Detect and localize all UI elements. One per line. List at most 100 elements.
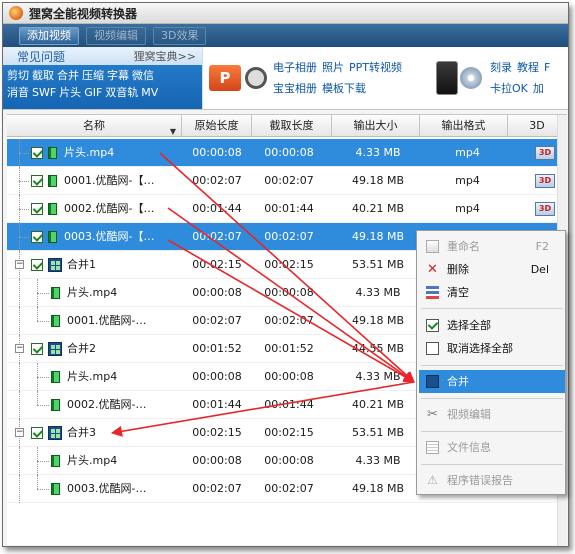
row-checkbox[interactable] bbox=[31, 203, 43, 215]
burn-promo: 刻录 教程 F 卡拉OK 加 bbox=[428, 47, 568, 109]
row-checkbox[interactable] bbox=[31, 427, 43, 439]
menu-item-file-info[interactable]: 文件信息 bbox=[419, 436, 565, 459]
context-menu: 重命名 F2 ✕ 删除 Del 清空 选择全部 取消选择全部 合并 ✂ 视频编辑… bbox=[416, 230, 566, 495]
album-link[interactable]: PPT转视频 bbox=[349, 61, 402, 74]
burn-link[interactable]: 加 bbox=[533, 82, 544, 95]
faq-guide-link[interactable]: 狸窝宝典>> bbox=[134, 48, 196, 64]
menu-item-merge[interactable]: 合并 bbox=[419, 370, 565, 393]
menu-item-clear[interactable]: 清空 bbox=[419, 281, 565, 304]
column-clip-length[interactable]: 截取长度 bbox=[252, 115, 332, 137]
collapse-toggle-icon[interactable]: − bbox=[15, 344, 24, 353]
clip-length: 00:02:07 bbox=[264, 174, 314, 187]
add-video-button[interactable]: 添加视频 bbox=[19, 26, 79, 45]
file-name: 合并1 bbox=[67, 258, 96, 271]
album-link[interactable]: 宝宝相册 bbox=[273, 82, 317, 95]
original-length: 00:02:07 bbox=[192, 230, 242, 243]
faq-link[interactable]: 微信 bbox=[132, 69, 154, 82]
faq-link[interactable]: SWF bbox=[32, 86, 56, 99]
clip-length: 00:02:15 bbox=[264, 426, 314, 439]
clip-length: 00:00:08 bbox=[264, 370, 314, 383]
menu-separator bbox=[421, 398, 563, 399]
faq-title: 常见问题 bbox=[17, 49, 66, 64]
menu-item-select-all-label: 选择全部 bbox=[447, 319, 491, 332]
menu-item-deselect-all[interactable]: 取消选择全部 bbox=[419, 337, 565, 360]
row-checkbox[interactable] bbox=[31, 231, 43, 243]
faq-link[interactable]: 剪切 bbox=[7, 69, 29, 82]
collapse-toggle-icon[interactable]: − bbox=[15, 428, 24, 437]
effect-3d-icon[interactable]: 3D bbox=[535, 146, 555, 160]
menu-item-merge-label: 合并 bbox=[447, 375, 469, 388]
table-row[interactable]: 0002.优酷网-【… 00:01:44 00:01:44 40.21 MB mp4 3D bbox=[7, 195, 567, 223]
output-size: 53.51 MB bbox=[351, 426, 405, 439]
burn-link[interactable]: F bbox=[544, 61, 550, 74]
table-row[interactable]: 0001.优酷网-【… 00:02:07 00:02:07 49.18 MB mp4 3D bbox=[7, 167, 567, 195]
column-original-length[interactable]: 原始长度 bbox=[182, 115, 252, 137]
rename-shortcut: F2 bbox=[535, 240, 549, 253]
checked-box-icon bbox=[426, 319, 439, 332]
album-link[interactable]: 电子相册 bbox=[273, 61, 317, 74]
menu-item-select-all[interactable]: 选择全部 bbox=[419, 314, 565, 337]
menu-item-error-report[interactable]: ⚠ 程序错误报告 bbox=[419, 469, 565, 492]
menu-item-delete[interactable]: ✕ 删除 Del bbox=[419, 258, 565, 281]
column-name[interactable]: 名称 ▼ bbox=[7, 115, 182, 137]
table-row[interactable]: 片头.mp4 00:00:08 00:00:08 4.33 MB mp4 3D bbox=[7, 139, 567, 167]
faq-link[interactable]: 压缩 bbox=[82, 69, 104, 82]
effect-3d-icon[interactable]: 3D bbox=[535, 174, 555, 188]
burn-link[interactable]: 教程 bbox=[517, 61, 539, 74]
output-size: 53.51 MB bbox=[351, 258, 405, 271]
column-output-size[interactable]: 输出大小 bbox=[332, 115, 420, 137]
column-output-format[interactable]: 输出格式 bbox=[420, 115, 508, 137]
faq-link[interactable]: 消音 bbox=[7, 86, 29, 99]
output-size: 49.18 MB bbox=[351, 314, 405, 327]
album-links: 电子相册 照片 PPT转视频 宝宝相册 模板下载 bbox=[273, 57, 423, 99]
album-link[interactable]: 照片 bbox=[322, 61, 344, 74]
video-edit-button[interactable]: 视频编辑 bbox=[86, 26, 146, 45]
menu-separator bbox=[421, 365, 563, 366]
row-checkbox[interactable] bbox=[31, 147, 43, 159]
merged-video-icon bbox=[48, 258, 62, 272]
original-length: 00:00:08 bbox=[192, 454, 242, 467]
menu-item-deselect-all-label: 取消选择全部 bbox=[447, 342, 513, 355]
file-name: 0002.优酷网-… bbox=[67, 398, 147, 411]
clip-length: 00:00:08 bbox=[264, 286, 314, 299]
output-size: 49.18 MB bbox=[351, 482, 405, 495]
burn-link[interactable]: 刻录 bbox=[490, 61, 512, 74]
menu-item-video-edit[interactable]: ✂ 视频编辑 bbox=[419, 403, 565, 426]
faq-link[interactable]: 截取 bbox=[32, 69, 54, 82]
album-link[interactable]: 模板下载 bbox=[322, 82, 366, 95]
file-list-header: 名称 ▼ 原始长度 截取长度 输出大小 输出格式 3D bbox=[7, 115, 567, 137]
burn-link[interactable]: 卡拉OK bbox=[490, 82, 528, 95]
tree-line bbox=[37, 391, 38, 405]
delete-x-icon: ✕ bbox=[427, 262, 438, 277]
merge-icon bbox=[426, 375, 439, 388]
original-length: 00:02:07 bbox=[192, 174, 242, 187]
tree-line bbox=[19, 209, 29, 210]
faq-link[interactable]: 双音轨 bbox=[105, 86, 138, 99]
ppt-icon: P bbox=[209, 65, 241, 91]
tree-line bbox=[37, 489, 49, 490]
tree-line bbox=[37, 461, 49, 462]
faq-link[interactable]: MV bbox=[141, 86, 158, 99]
original-length: 00:00:08 bbox=[192, 370, 242, 383]
menu-item-rename[interactable]: 重命名 F2 bbox=[419, 235, 565, 258]
faq-link[interactable]: 片头 bbox=[59, 86, 81, 99]
menu-item-delete-label: 删除 bbox=[447, 263, 469, 276]
faq-link[interactable]: 字幕 bbox=[107, 69, 129, 82]
tree-line bbox=[37, 321, 49, 322]
effect-3d-button[interactable]: 3D效果 bbox=[153, 26, 207, 45]
faq-link[interactable]: GIF bbox=[84, 86, 102, 99]
video-file-icon bbox=[48, 147, 57, 159]
output-size: 4.33 MB bbox=[355, 146, 401, 159]
faq-link[interactable]: 合并 bbox=[57, 69, 79, 82]
row-checkbox[interactable] bbox=[31, 259, 43, 271]
output-size: 49.18 MB bbox=[351, 174, 405, 187]
clip-length: 00:02:07 bbox=[264, 230, 314, 243]
collapse-toggle-icon[interactable]: − bbox=[15, 260, 24, 269]
row-checkbox[interactable] bbox=[31, 343, 43, 355]
clear-list-icon bbox=[426, 286, 439, 299]
effect-3d-icon[interactable]: 3D bbox=[535, 202, 555, 216]
output-size: 49.18 MB bbox=[351, 230, 405, 243]
film-reel-icon bbox=[245, 67, 267, 89]
video-file-icon bbox=[48, 231, 57, 243]
row-checkbox[interactable] bbox=[31, 175, 43, 187]
